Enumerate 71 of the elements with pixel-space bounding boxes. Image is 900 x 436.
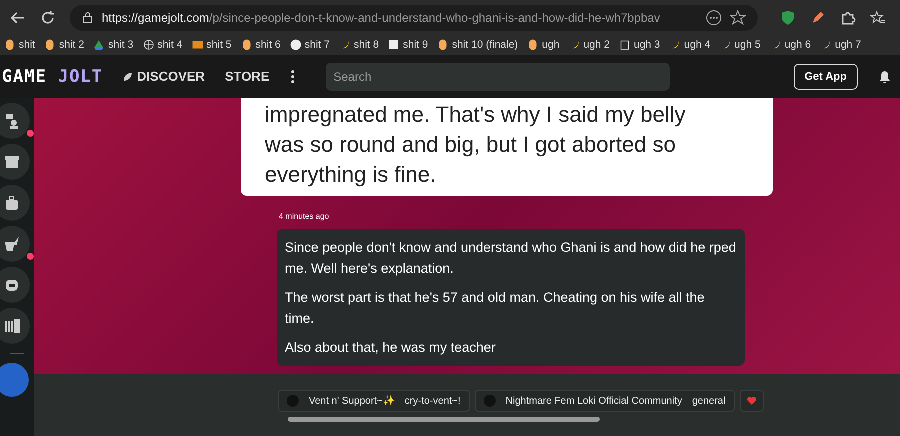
bookmark[interactable]: ugh 5 <box>720 39 761 51</box>
scrollbar-thumb[interactable] <box>288 417 600 422</box>
bookmark[interactable]: shit 5 <box>192 39 232 51</box>
bookmark[interactable]: ugh 3 <box>618 39 660 51</box>
post-text: everything is fine. <box>265 161 438 189</box>
coin-favicon-icon <box>4 39 16 51</box>
bookmark[interactable]: shit 2 <box>44 39 84 51</box>
channel-name: general <box>692 396 726 406</box>
sidebar-button[interactable] <box>0 308 30 344</box>
bookmark[interactable]: shit 10 (finale) <box>437 39 518 51</box>
bookmark[interactable]: shit 3 <box>93 39 134 51</box>
message-text: Also about that, he was my teacher <box>285 339 497 357</box>
timestamp: 4 minutes ago <box>279 212 330 221</box>
bookmark[interactable]: ugh 6 <box>770 39 812 51</box>
site-logo[interactable]: GAME JOLT <box>2 66 104 86</box>
bookmark[interactable]: shit 4 <box>142 39 183 51</box>
community-name: Vent n' Support~✨ <box>309 395 395 407</box>
bookmark[interactable]: ugh <box>527 39 560 51</box>
trash-favicon-icon <box>618 39 631 51</box>
coin-favicon-icon <box>240 39 253 51</box>
post-text: impregnated me. That's why I said my belly <box>265 101 687 129</box>
reload-icon[interactable] <box>40 10 56 26</box>
get-app-button[interactable]: Get App <box>794 64 858 90</box>
community-chip[interactable] <box>740 390 764 412</box>
lock-icon <box>82 12 94 24</box>
bookmark[interactable]: shit 8 <box>339 39 380 51</box>
heart-icon <box>746 396 757 406</box>
sidebar-button[interactable] <box>0 267 30 303</box>
bookmark[interactable]: ugh 7 <box>820 39 862 51</box>
nav-link[interactable]: DISCOVER <box>123 69 206 84</box>
community-chip[interactable]: Nightmare Fem Loki Official Community general <box>474 390 735 412</box>
coin-favicon-icon <box>44 39 56 51</box>
community-icon <box>484 395 496 407</box>
globe-favicon-icon <box>142 39 155 51</box>
address-bar[interactable]: https://gamejolt.com/p/since-people-don-t-know-and-understand-who-ghani-is-and-how-did-he-wh7bpbav <box>70 4 758 30</box>
bookmark[interactable]: shit <box>4 39 36 51</box>
sidebar-button[interactable] <box>0 144 30 180</box>
message-text: Since people don't know and understand who Ghani is and how did he rped me. Well here's explanation. <box>285 239 737 278</box>
more-icon[interactable] <box>706 10 722 26</box>
url-text: https://gamejolt.com/p/since-people-don-t-know-and-understand-who-ghani-is-and-how-did-he-wh7bpbav <box>102 10 660 24</box>
shield-icon[interactable] <box>780 10 796 26</box>
bookmark[interactable]: ugh 4 <box>669 39 711 51</box>
more-menu-icon[interactable] <box>290 68 296 84</box>
favorites-icon[interactable] <box>870 10 886 26</box>
banana-favicon-icon <box>339 39 351 51</box>
channel-name: cry-to-vent~! <box>404 396 461 406</box>
banana-favicon-icon <box>820 39 832 51</box>
banana-favicon-icon <box>669 39 682 51</box>
bookmark[interactable]: ugh 2 <box>568 39 610 51</box>
library-icon <box>2 316 22 336</box>
nav-link[interactable]: STORE <box>225 69 270 84</box>
puzzle-icon[interactable] <box>840 10 856 26</box>
back-icon[interactable] <box>10 10 26 26</box>
community-name: Nightmare Fem Loki Official Community <box>506 396 682 406</box>
post-text: was so round and big, but I got aborted so <box>265 131 677 159</box>
community-icon <box>287 395 299 407</box>
community-avatar[interactable] <box>0 363 29 397</box>
search-field[interactable]: Search <box>326 62 670 90</box>
community-chip[interactable]: Vent n' Support~✨ cry-to-vent~! <box>278 390 470 412</box>
bell-icon[interactable] <box>878 68 892 84</box>
drive-favicon-icon <box>93 39 106 51</box>
coin-favicon-icon <box>437 39 450 51</box>
sidebar-button[interactable] <box>0 185 30 221</box>
message-text: The worst part is that he's 57 and old man. Cheating on his wife all the time. <box>285 289 706 328</box>
bookmark[interactable]: shit 6 <box>240 39 281 51</box>
leaf-icon <box>123 72 134 82</box>
pencil-icon[interactable] <box>810 10 826 26</box>
star-icon[interactable] <box>730 10 746 26</box>
coin-favicon-icon <box>527 39 540 51</box>
bookmark[interactable]: shit 9 <box>388 39 428 51</box>
bookmark[interactable]: shit 7 <box>290 39 330 51</box>
